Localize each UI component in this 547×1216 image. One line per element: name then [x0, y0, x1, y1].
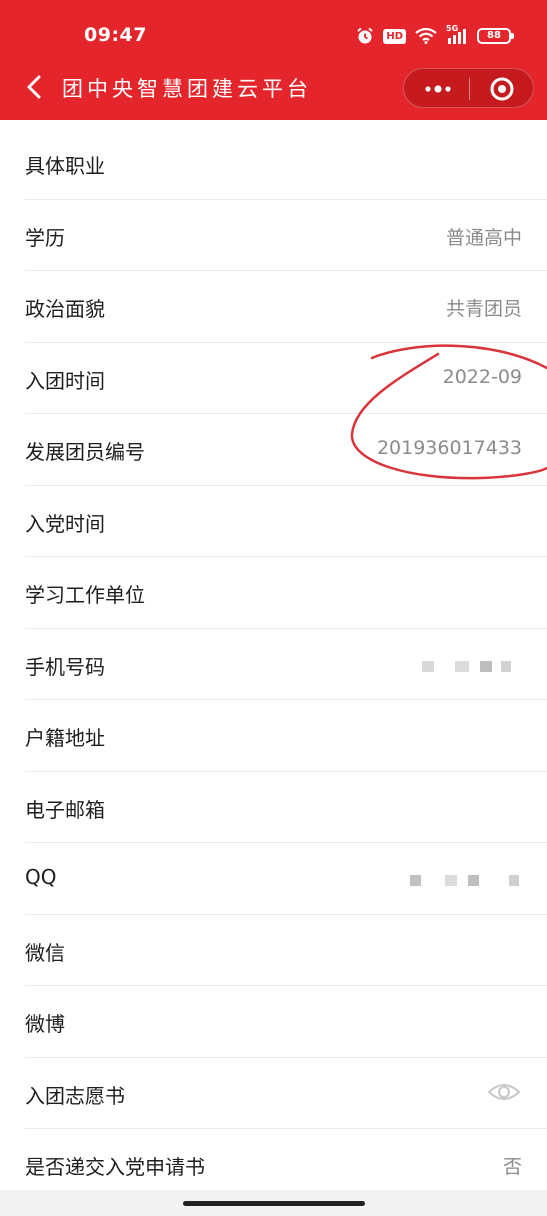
- network-type: 5G: [446, 24, 459, 33]
- redacted-mark: [509, 875, 519, 886]
- redacted-mark: [422, 660, 434, 672]
- signal-icon: 5G: [446, 24, 468, 45]
- row-label: 入党时间: [25, 511, 105, 536]
- redacted-mark: [501, 660, 511, 672]
- row-wechat[interactable]: 微信: [25, 915, 547, 986]
- row-value: 否: [502, 1156, 522, 1178]
- row-label: 入团志愿书: [25, 1083, 125, 1108]
- back-icon[interactable]: [20, 72, 50, 102]
- row-label: QQ: [25, 865, 57, 889]
- wifi-icon: [415, 28, 437, 44]
- row-member-number[interactable]: 发展团员编号 201936017433: [25, 414, 547, 486]
- row-label: 户籍地址: [25, 726, 105, 750]
- header: 09:47 HD 5G 88 团中央智慧团建云平台: [0, 0, 547, 120]
- hd-badge: HD: [383, 28, 406, 44]
- row-work-unit[interactable]: 学习工作单位: [25, 557, 547, 629]
- redacted-mark: [410, 875, 421, 886]
- capsule-divider: [469, 78, 470, 100]
- mini-program-capsule: [403, 68, 534, 108]
- row-label: 学历: [25, 225, 65, 250]
- row-label: 发展团员编号: [25, 440, 145, 464]
- page-title: 团中央智慧团建云平台: [62, 77, 312, 101]
- status-bar: 09:47 HD 5G 88: [0, 0, 547, 70]
- row-value: 2022-09: [442, 365, 522, 388]
- row-education[interactable]: 学历 普通高中: [25, 200, 547, 271]
- row-label: 入团时间: [25, 368, 105, 393]
- profile-info-list: 具体职业 学历 普通高中 政治面貌 共青团员 入团时间 2022-09 发展团员…: [0, 128, 547, 1201]
- row-phone[interactable]: 手机号码: [25, 629, 547, 700]
- row-value: 共青团员: [445, 298, 522, 320]
- status-icons: HD 5G 88: [356, 24, 514, 48]
- row-label: 是否递交入党申请书: [25, 1155, 205, 1179]
- row-label: 手机号码: [25, 654, 105, 679]
- alarm-icon: [356, 27, 374, 45]
- row-label: 电子邮箱: [25, 797, 105, 822]
- row-political-status[interactable]: 政治面貌 共青团员: [25, 271, 547, 343]
- row-join-party-date[interactable]: 入党时间: [25, 486, 547, 557]
- row-household-address[interactable]: 户籍地址: [25, 700, 547, 772]
- row-qq[interactable]: QQ: [25, 843, 547, 915]
- row-label: 微博: [25, 1012, 65, 1036]
- row-value: 201936017433: [376, 437, 522, 459]
- redacted-mark: [468, 875, 479, 886]
- row-email[interactable]: 电子邮箱: [25, 772, 547, 843]
- redacted-mark: [445, 875, 457, 886]
- nav-bar: 团中央智慧团建云平台: [0, 62, 547, 114]
- home-indicator-area: [0, 1190, 547, 1216]
- row-occupation[interactable]: 具体职业: [25, 128, 547, 200]
- home-indicator[interactable]: [183, 1201, 365, 1206]
- row-value: 普通高中: [445, 226, 522, 249]
- row-weibo[interactable]: 微博: [25, 986, 547, 1058]
- row-label: 政治面貌: [25, 297, 105, 321]
- more-dots-icon[interactable]: [418, 77, 458, 101]
- battery-indicator: 88: [477, 28, 514, 44]
- row-join-league-date[interactable]: 入团时间 2022-09: [25, 343, 547, 414]
- row-application-letter[interactable]: 入团志愿书: [25, 1058, 547, 1129]
- redacted-mark: [455, 660, 469, 672]
- close-target-icon[interactable]: [488, 76, 516, 102]
- redacted-mark: [480, 660, 492, 672]
- row-label: 学习工作单位: [25, 583, 145, 607]
- row-label: 微信: [25, 940, 65, 965]
- status-time: 09:47: [84, 24, 147, 46]
- eye-icon[interactable]: [487, 1078, 521, 1106]
- row-label: 具体职业: [25, 154, 105, 178]
